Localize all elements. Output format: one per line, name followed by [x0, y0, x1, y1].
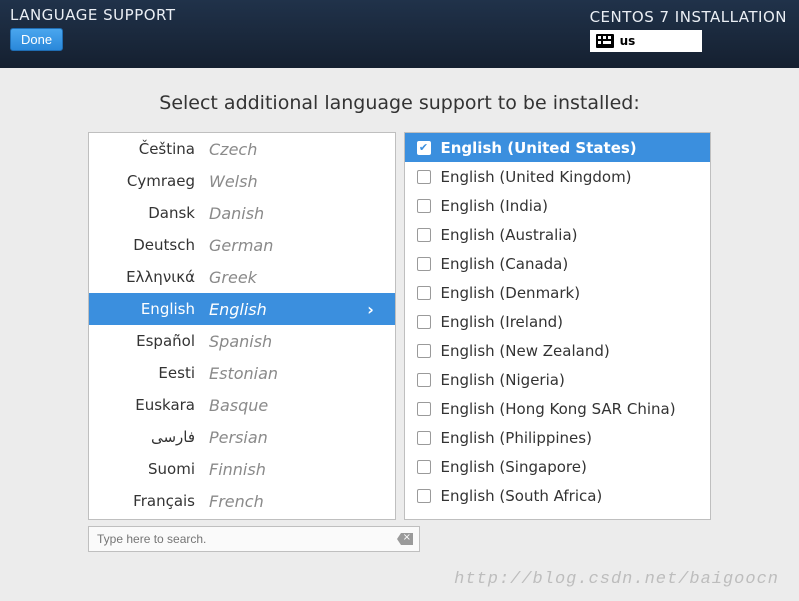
checkbox[interactable]	[417, 344, 431, 358]
language-row[interactable]: DeutschGerman	[89, 229, 395, 261]
top-bar-right: CENTOS 7 INSTALLATION us	[590, 8, 787, 62]
search-field[interactable]	[88, 526, 420, 552]
checkbox[interactable]	[417, 286, 431, 300]
locale-label: English (Australia)	[441, 226, 578, 244]
top-bar: LANGUAGE SUPPORT Done CENTOS 7 INSTALLAT…	[0, 0, 799, 68]
language-english-label: German	[209, 236, 381, 255]
language-english-label: Spanish	[209, 332, 381, 351]
locale-row[interactable]: English (South Africa)	[405, 481, 711, 510]
locale-label: English (Canada)	[441, 255, 569, 273]
locale-label: English (Singapore)	[441, 458, 587, 476]
language-english-label: Finnish	[209, 460, 381, 479]
language-row[interactable]: FrançaisFrench	[89, 485, 395, 517]
language-english-label: French	[209, 492, 381, 511]
locale-row[interactable]: English (United States)	[405, 133, 711, 162]
locale-row[interactable]: English (Denmark)	[405, 278, 711, 307]
locale-row[interactable]: English (Hong Kong SAR China)	[405, 394, 711, 423]
locale-list[interactable]: English (United States) English (United K…	[405, 133, 711, 519]
language-row[interactable]: CymraegWelsh	[89, 165, 395, 197]
checkbox[interactable]	[417, 170, 431, 184]
keyboard-layout-label: us	[620, 34, 636, 48]
checkbox[interactable]	[417, 315, 431, 329]
language-row[interactable]: EspañolSpanish	[89, 325, 395, 357]
locale-row[interactable]: English (Nigeria)	[405, 365, 711, 394]
language-native-label: Čeština	[89, 140, 209, 158]
language-english-label: Basque	[209, 396, 381, 415]
search-input[interactable]	[97, 532, 397, 546]
done-button[interactable]: Done	[10, 28, 63, 51]
language-native-label: Cymraeg	[89, 172, 209, 190]
install-title: CENTOS 7 INSTALLATION	[590, 8, 787, 26]
checkbox[interactable]	[417, 228, 431, 242]
prompt-text: Select additional language support to be…	[88, 92, 711, 114]
chevron-right-icon: ›	[365, 300, 377, 319]
main-content: Select additional language support to be…	[0, 68, 799, 552]
locale-row[interactable]: English (Ireland)	[405, 307, 711, 336]
language-native-label: Dansk	[89, 204, 209, 222]
locale-row[interactable]: English (Singapore)	[405, 452, 711, 481]
language-row[interactable]: EuskaraBasque	[89, 389, 395, 421]
language-english-label: Greek	[209, 268, 381, 287]
locale-label: English (Nigeria)	[441, 371, 565, 389]
language-native-label: فارسی	[89, 428, 209, 446]
locale-list-panel: English (United States) English (United K…	[404, 132, 712, 520]
locale-label: English (United Kingdom)	[441, 168, 632, 186]
locale-label: English (India)	[441, 197, 548, 215]
language-native-label: Deutsch	[89, 236, 209, 254]
language-native-label: Français	[89, 492, 209, 510]
language-row[interactable]: SuomiFinnish	[89, 453, 395, 485]
language-row[interactable]: ČeštinaCzech	[89, 133, 395, 165]
language-english-label: Persian	[209, 428, 381, 447]
locale-row[interactable]: English (India)	[405, 191, 711, 220]
locale-label: English (Denmark)	[441, 284, 581, 302]
language-row[interactable]: EestiEstonian	[89, 357, 395, 389]
clear-icon[interactable]	[397, 533, 413, 545]
locale-label: English (Philippines)	[441, 429, 592, 447]
keyboard-icon	[596, 34, 614, 48]
language-english-label: English	[209, 300, 365, 319]
language-english-label: Estonian	[209, 364, 381, 383]
language-native-label: English	[89, 300, 209, 318]
locale-label: English (Hong Kong SAR China)	[441, 400, 676, 418]
locale-label: English (Ireland)	[441, 313, 564, 331]
language-list[interactable]: ČeštinaCzechCymraegWelshDanskDanishDeuts…	[89, 133, 395, 519]
language-row[interactable]: DanskDanish	[89, 197, 395, 229]
locale-row[interactable]: English (Philippines)	[405, 423, 711, 452]
language-row[interactable]: فارسیPersian	[89, 421, 395, 453]
locale-row[interactable]: English (United Kingdom)	[405, 162, 711, 191]
checkbox[interactable]	[417, 489, 431, 503]
language-row[interactable]: EnglishEnglish›	[89, 293, 395, 325]
language-native-label: Euskara	[89, 396, 209, 414]
locale-row[interactable]: English (New Zealand)	[405, 336, 711, 365]
checkbox[interactable]	[417, 141, 431, 155]
keyboard-layout-indicator[interactable]: us	[590, 30, 702, 52]
language-panels: ČeštinaCzechCymraegWelshDanskDanishDeuts…	[88, 132, 711, 520]
locale-row[interactable]: English (Australia)	[405, 220, 711, 249]
language-list-panel: ČeštinaCzechCymraegWelshDanskDanishDeuts…	[88, 132, 396, 520]
watermark: http://blog.csdn.net/baigoocn	[454, 570, 779, 589]
language-row[interactable]: ΕλληνικάGreek	[89, 261, 395, 293]
locale-label: English (New Zealand)	[441, 342, 610, 360]
top-bar-left: LANGUAGE SUPPORT Done	[10, 6, 176, 62]
checkbox[interactable]	[417, 373, 431, 387]
locale-label: English (South Africa)	[441, 487, 603, 505]
page-title: LANGUAGE SUPPORT	[10, 6, 176, 24]
checkbox[interactable]	[417, 431, 431, 445]
language-english-label: Danish	[209, 204, 381, 223]
language-native-label: Español	[89, 332, 209, 350]
checkbox[interactable]	[417, 402, 431, 416]
language-native-label: Ελληνικά	[89, 268, 209, 286]
checkbox[interactable]	[417, 257, 431, 271]
checkbox[interactable]	[417, 199, 431, 213]
language-english-label: Welsh	[209, 172, 381, 191]
locale-label: English (United States)	[441, 139, 637, 157]
language-native-label: Eesti	[89, 364, 209, 382]
language-english-label: Czech	[209, 140, 381, 159]
locale-row[interactable]: English (Canada)	[405, 249, 711, 278]
language-native-label: Suomi	[89, 460, 209, 478]
checkbox[interactable]	[417, 460, 431, 474]
search-wrap	[88, 526, 420, 552]
